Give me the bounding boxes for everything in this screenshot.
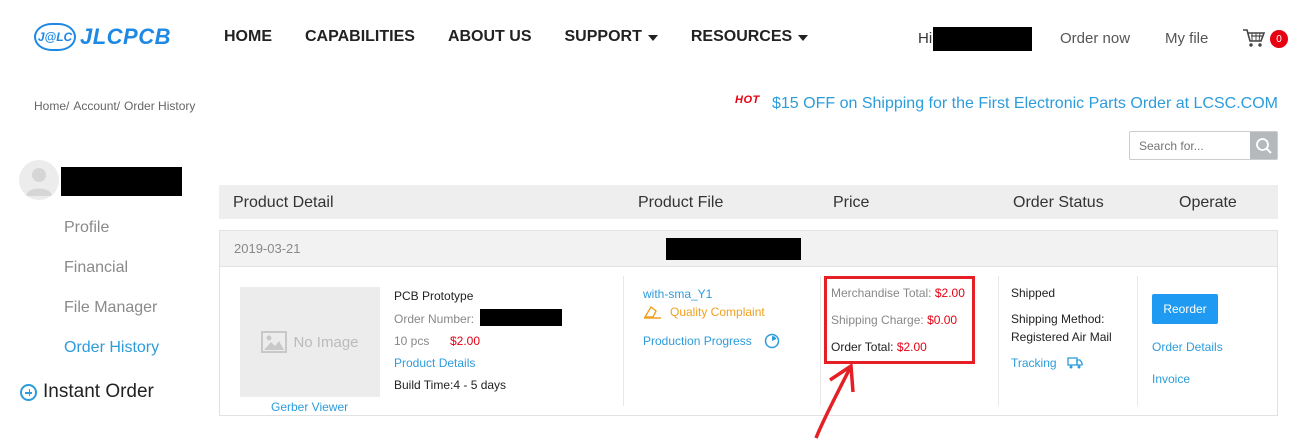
hot-badge: HOT [735,94,760,106]
header-product-detail: Product Detail [233,194,334,211]
tracking-link[interactable]: Tracking [1011,356,1083,370]
search-box [1129,131,1278,160]
breadcrumb-order-history: Order History [124,99,196,113]
instant-order-button[interactable]: Instant Order [20,381,154,403]
logo-text: JLCPCB [80,24,172,49]
sidebar-item-order-history[interactable]: Order History [64,339,159,357]
redacted-username [933,27,1032,51]
shipping-method-label: Shipping Method: [1011,312,1105,326]
order-status: Shipped [1011,286,1056,300]
instant-order-label: Instant Order [43,381,154,402]
invoice-link[interactable]: Invoice [1152,372,1190,386]
header-operate: Operate [1179,194,1237,211]
sidebar-item-profile[interactable]: Profile [64,219,109,237]
quality-complaint-link[interactable]: Quality Complaint [643,305,765,319]
search-icon [1255,137,1272,154]
truck-icon [1066,357,1083,369]
breadcrumb-account[interactable]: Account/ [73,99,120,113]
production-progress-link[interactable]: Production Progress [643,333,780,349]
nav-support-label: SUPPORT [564,28,642,45]
search-button[interactable] [1250,132,1277,159]
nav-about-us-label: ABOUT US [447,28,532,45]
shipping-method-value: Registered Air Mail [1011,330,1112,344]
order-number-label: Order Number: [394,312,475,326]
header-order-status: Order Status [1013,194,1104,211]
avatar [19,160,59,200]
progress-icon [764,333,779,349]
search-input[interactable] [1130,132,1250,159]
build-time-value: 4 - 5 days [453,378,507,392]
column-divider [1137,276,1138,406]
product-details-link[interactable]: Product Details [394,356,475,370]
price-highlight-box [824,276,975,364]
plus-circle-icon [20,383,37,401]
product-name: PCB Prototype [394,289,474,303]
greeting: Hi [918,30,933,47]
quantity: 10 pcs [394,334,430,348]
order-date: 2019-03-21 [234,241,301,256]
nav-capabilities-label: CAPABILITIES [305,28,415,45]
order-row: 2019-03-21 No Image Gerber Viewer PCB Pr… [219,230,1278,416]
promo-link[interactable]: $15 OFF on Shipping for the First Electr… [772,95,1278,113]
order-details-link[interactable]: Order Details [1152,340,1223,354]
redacted-order-id [666,238,801,260]
product-file-link[interactable]: with-sma_Y1 [643,287,712,301]
quality-complaint-label: Quality Complaint [670,305,765,319]
nav-resources[interactable]: RESOURCES [690,28,809,46]
order-now-link[interactable]: Order now [1060,30,1130,47]
nav-about-us[interactable]: ABOUT US [448,28,532,46]
header-product-file: Product File [638,194,724,211]
product-thumbnail: No Image [240,287,380,397]
nav-home[interactable]: HOME [224,28,272,46]
redacted-account-name [61,167,182,196]
logo-badge: J@LC [34,23,76,51]
nav-home-label: HOME [224,28,272,45]
nav-resources-label: RESOURCES [690,28,793,45]
my-file-link[interactable]: My file [1165,30,1208,47]
build-time-label: Build Time: [394,378,454,392]
unit-price: $2.00 [450,334,481,348]
column-divider [998,276,999,406]
nav-capabilities[interactable]: CAPABILITIES [305,28,415,46]
reorder-button[interactable]: Reorder [1152,294,1218,324]
breadcrumb-home[interactable]: Home/ [34,99,69,113]
image-placeholder-icon [261,331,288,353]
column-divider [623,276,624,406]
complaint-icon [643,305,661,319]
cart-count-badge: 0 [1270,30,1288,48]
build-time: Build Time:4 - 5 days [394,378,506,392]
redacted-order-number [480,309,562,326]
chevron-down-icon [798,35,809,41]
order-row-header: 2019-03-21 [220,231,1277,267]
main-nav: HOME CAPABILITIES ABOUT US SUPPORT RESOU… [224,28,841,46]
tracking-label: Tracking [1011,356,1057,370]
chevron-down-icon [647,35,658,41]
production-progress-label: Production Progress [643,334,752,348]
breadcrumb: Home/ Account/ Order History [34,99,195,113]
user-icon [26,168,52,196]
nav-support[interactable]: SUPPORT [565,28,658,46]
sidebar-item-financial[interactable]: Financial [64,259,128,277]
cart-icon[interactable] [1242,28,1266,48]
header-price: Price [833,194,870,211]
gerber-viewer-link[interactable]: Gerber Viewer [271,400,348,414]
jlcpcb-logo[interactable]: J@LC JLCPCB [34,22,171,52]
orders-table-header: Product Detail Product File Price Order … [219,185,1278,219]
annotation-arrow-icon [814,362,855,439]
sidebar-item-file-manager[interactable]: File Manager [64,299,157,317]
no-image-label: No Image [293,333,359,351]
